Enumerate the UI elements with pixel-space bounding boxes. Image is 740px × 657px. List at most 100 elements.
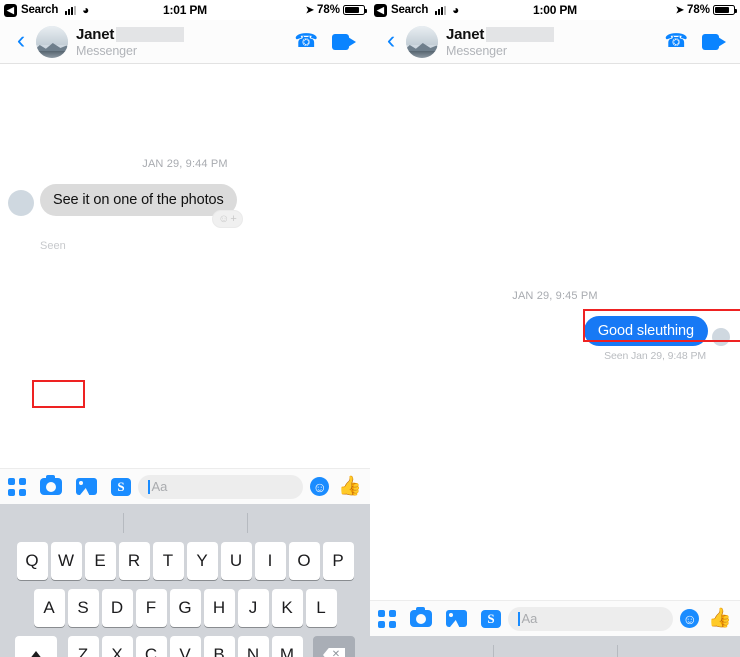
phone-call-icon[interactable]: ☎ [294, 32, 318, 51]
read-receipt-left: Seen [40, 236, 362, 254]
status-bar: ◀ Search ◕ 1:00 PM ➤ 78% [370, 0, 740, 20]
message-input[interactable]: Aa [138, 474, 304, 499]
keyboard-row-3: Z X C V B N M ✕ [0, 636, 370, 657]
key-w[interactable]: W [50, 542, 82, 580]
payment-dollar-icon[interactable]: S [481, 609, 501, 628]
header-actions: ☎ [294, 32, 362, 51]
key-l[interactable]: L [305, 589, 337, 627]
key-v[interactable]: V [169, 636, 201, 657]
prediction-slot-3[interactable] [616, 636, 740, 657]
key-o[interactable]: O [288, 542, 320, 580]
video-call-icon[interactable] [332, 33, 356, 50]
back-button[interactable]: ‹ [8, 27, 34, 53]
key-g[interactable]: G [169, 589, 201, 627]
message-timestamp: JAN 29, 9:44 PM [142, 158, 228, 170]
redaction-block [486, 26, 555, 42]
key-b[interactable]: B [203, 636, 235, 657]
key-q[interactable]: Q [16, 542, 48, 580]
payment-dollar-icon[interactable]: S [111, 477, 131, 496]
annotation-box-seen [32, 380, 85, 408]
key-x[interactable]: X [101, 636, 133, 657]
prediction-slot-1[interactable] [0, 504, 123, 542]
photo-library-icon[interactable] [446, 610, 467, 627]
backspace-icon[interactable]: ✕ [313, 636, 355, 657]
key-e[interactable]: E [84, 542, 116, 580]
predictive-text-bar[interactable] [0, 504, 370, 542]
avatar [712, 328, 730, 346]
contact-subtitle: Messenger [76, 43, 137, 58]
key-d[interactable]: D [101, 589, 133, 627]
dual-screenshot-comparison: ◀ Search ◕ 1:01 PM ➤ 78% ‹ Janet Messeng… [0, 0, 740, 657]
thumbs-up-icon[interactable]: 👍 [708, 609, 732, 628]
back-button[interactable]: ‹ [378, 27, 404, 53]
predictive-text-bar[interactable] [370, 636, 740, 657]
on-screen-keyboard: Q W E R T Y U I O P A S D F G H J K L [0, 504, 370, 657]
status-bar-clock: 1:00 PM [533, 3, 577, 17]
location-arrow-icon: ➤ [305, 4, 314, 16]
prediction-slot-3[interactable] [246, 504, 370, 542]
battery-icon [713, 5, 737, 15]
key-i[interactable]: I [254, 542, 286, 580]
sticker-smiley-icon[interactable]: ☺ [680, 609, 700, 628]
thumbs-up-icon[interactable]: 👍 [338, 477, 362, 496]
phone-call-icon[interactable]: ☎ [664, 32, 688, 51]
key-t[interactable]: T [152, 542, 184, 580]
keyboard-row-2: A S D F G H J K L [0, 589, 370, 627]
redaction-block [116, 26, 185, 42]
key-z[interactable]: Z [67, 636, 99, 657]
location-arrow-icon: ➤ [675, 4, 684, 16]
key-k[interactable]: K [271, 589, 303, 627]
text-caret [148, 479, 150, 494]
header-actions: ☎ [664, 32, 732, 51]
prediction-slot-2[interactable] [123, 504, 246, 542]
text-caret [518, 611, 520, 626]
seen-label: Seen [40, 240, 66, 252]
key-p[interactable]: P [322, 542, 354, 580]
message-input-placeholder: Aa [151, 479, 168, 494]
battery-icon [343, 5, 367, 15]
sticker-smiley-icon[interactable]: ☺ [310, 477, 330, 496]
message-composer: S Aa ☺ 👍 [0, 468, 370, 504]
key-n[interactable]: N [237, 636, 269, 657]
key-s[interactable]: S [67, 589, 99, 627]
key-j[interactable]: J [237, 589, 269, 627]
message-bubble-incoming[interactable]: See it on one of the photos ☺ + [40, 184, 243, 228]
avatar[interactable] [36, 25, 68, 58]
camera-icon[interactable] [40, 475, 62, 495]
phone-screen-right: ◀ Search ◕ 1:00 PM ➤ 78% ‹ Janet Messeng… [370, 0, 740, 657]
prediction-slot-1[interactable] [370, 636, 493, 657]
key-c[interactable]: C [135, 636, 167, 657]
message-timestamp: JAN 29, 9:45 PM [512, 290, 598, 302]
prediction-slot-2[interactable] [493, 636, 616, 657]
contact-name-block[interactable]: Janet Messenger [76, 26, 185, 58]
message-input-placeholder: Aa [521, 611, 538, 626]
shift-arrow-icon[interactable] [15, 636, 57, 657]
key-m[interactable]: M [271, 636, 303, 657]
key-a[interactable]: A [33, 589, 65, 627]
status-bar-clock: 1:01 PM [163, 3, 207, 17]
read-receipt-right: Seen Jan 29, 9:48 PM [604, 350, 706, 362]
key-f[interactable]: F [135, 589, 167, 627]
message-text: Good sleuthing [597, 323, 694, 339]
contact-name: Janet [446, 25, 485, 43]
message-bubble-outgoing[interactable]: Good sleuthing [583, 316, 708, 346]
apps-grid-icon[interactable] [378, 609, 396, 628]
message-text: See it on one of the photos [53, 192, 224, 208]
video-call-icon[interactable] [702, 33, 726, 50]
avatar[interactable] [406, 25, 438, 58]
camera-icon[interactable] [410, 607, 432, 627]
message-list: JAN 29, 9:44 PM See it on one of the pho… [0, 158, 370, 468]
key-y[interactable]: Y [186, 542, 218, 580]
photo-library-icon[interactable] [76, 478, 97, 495]
key-r[interactable]: R [118, 542, 150, 580]
phone-screen-left: ◀ Search ◕ 1:01 PM ➤ 78% ‹ Janet Messeng… [0, 0, 370, 657]
conversation-header: ‹ Janet Messenger ☎ [0, 20, 370, 64]
add-reaction-icon[interactable]: ☺ + [212, 210, 243, 228]
apps-grid-icon[interactable] [8, 477, 26, 496]
key-u[interactable]: U [220, 542, 252, 580]
key-h[interactable]: H [203, 589, 235, 627]
message-input[interactable]: Aa [508, 606, 674, 631]
on-screen-keyboard: Q W E R T Y U I O P A S D F G H J K L [370, 636, 740, 657]
contact-name-block[interactable]: Janet Messenger [446, 25, 555, 58]
message-composer: S Aa ☺ 👍 [370, 600, 740, 636]
